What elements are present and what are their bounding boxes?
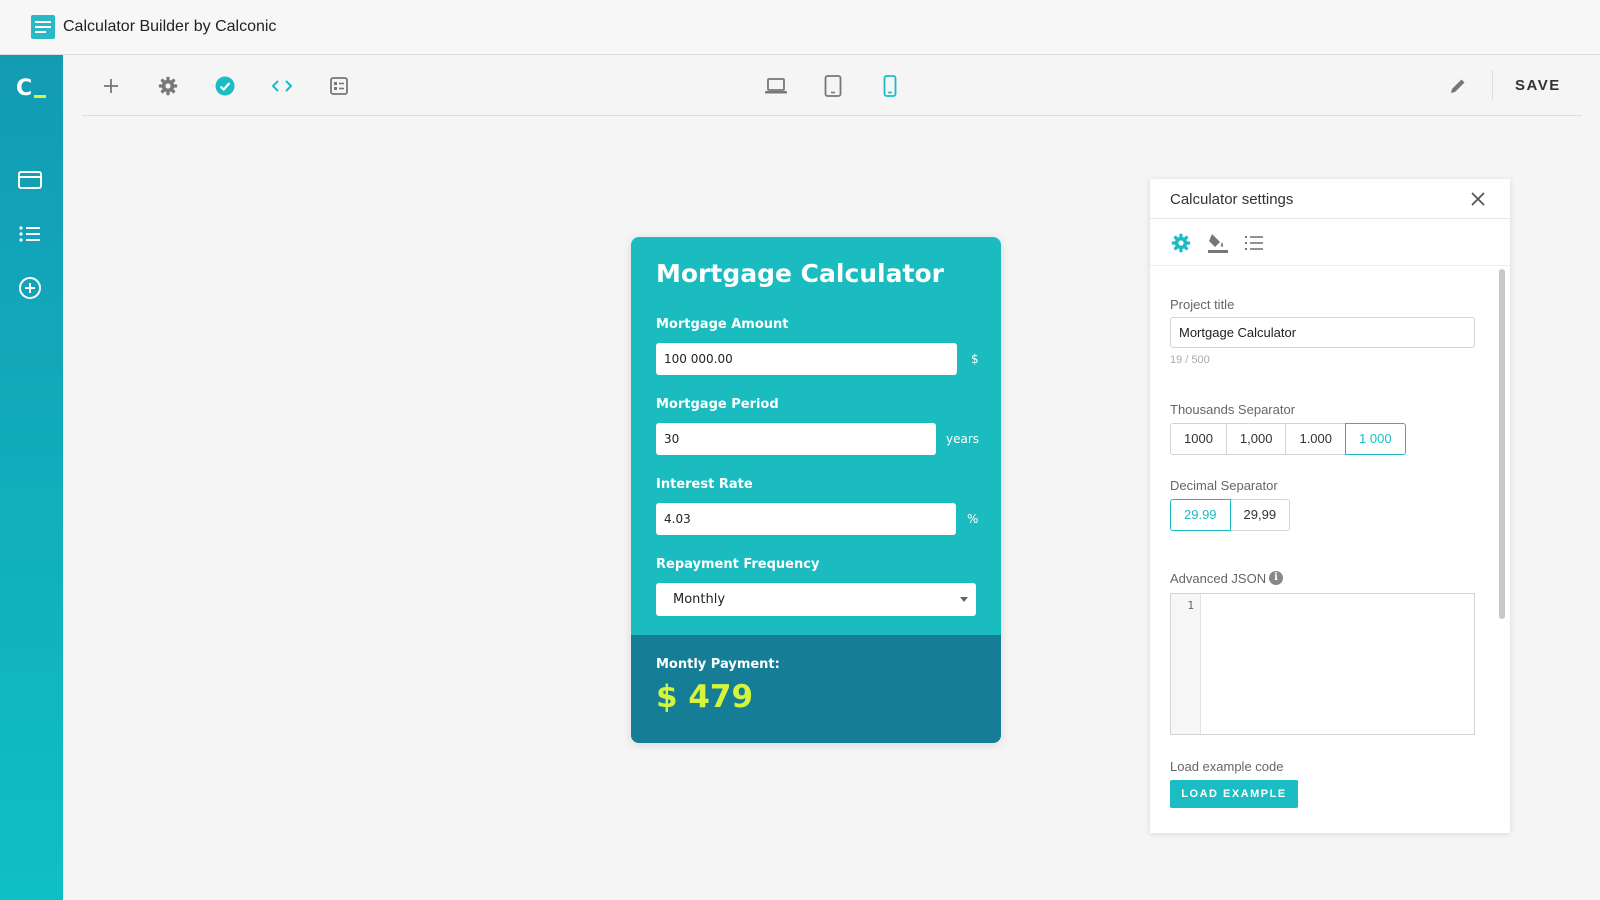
mortgage-amount-unit: $ xyxy=(971,352,979,366)
toolbar: SAVE xyxy=(82,55,1582,116)
save-button[interactable]: SAVE xyxy=(1515,72,1561,100)
laptop-icon[interactable] xyxy=(762,72,790,100)
thousands-separator-group: 1000 1,000 1.000 1 000 xyxy=(1170,423,1406,455)
advanced-json-label: Advanced JSON xyxy=(1170,571,1267,586)
tablet-icon[interactable] xyxy=(819,72,847,100)
result-value: $ 479 xyxy=(656,679,754,715)
project-title-input[interactable] xyxy=(1170,317,1475,348)
toolbar-divider xyxy=(1492,70,1493,100)
code-icon[interactable] xyxy=(268,72,296,100)
app-title: Calculator Builder by Calconic xyxy=(63,18,277,35)
tab-fields-numbered-list-icon[interactable] xyxy=(1242,231,1266,255)
decimal-option-dot[interactable]: 29.99 xyxy=(1170,499,1231,531)
close-icon[interactable] xyxy=(1468,189,1488,209)
thousands-option-space[interactable]: 1 000 xyxy=(1345,423,1406,455)
repayment-frequency-value: Monthly xyxy=(673,592,726,607)
thousands-separator-label: Thousands Separator xyxy=(1170,402,1296,417)
load-example-label: Load example code xyxy=(1170,759,1284,774)
editor-gutter: 1 xyxy=(1171,594,1201,734)
app-logo-icon xyxy=(31,15,55,39)
line-number: 1 xyxy=(1187,599,1194,612)
character-counter: 19 / 500 xyxy=(1170,354,1210,366)
repayment-frequency-label: Repayment Frequency xyxy=(656,557,820,572)
calculator-preview: Mortgage Calculator Mortgage Amount $ Mo… xyxy=(631,237,1001,743)
mortgage-period-label: Mortgage Period xyxy=(656,397,779,412)
list-icon[interactable] xyxy=(17,221,43,247)
mortgage-period-unit: years xyxy=(946,432,980,446)
check-circle-icon[interactable] xyxy=(211,72,239,100)
result-section: Montly Payment: $ 479 xyxy=(631,635,1001,743)
interest-rate-input[interactable] xyxy=(656,503,956,535)
tab-general-gear-icon[interactable] xyxy=(1169,231,1193,255)
calculator-settings-panel: Calculator settings Project title 19 / 5… xyxy=(1150,179,1510,833)
gear-icon[interactable] xyxy=(154,72,182,100)
decimal-option-comma[interactable]: 29,99 xyxy=(1229,499,1291,531)
tab-style-paint-bucket-icon[interactable] xyxy=(1206,231,1230,255)
thousands-option-comma[interactable]: 1,000 xyxy=(1225,423,1287,455)
mortgage-period-input[interactable] xyxy=(656,423,936,455)
decimal-separator-label: Decimal Separator xyxy=(1170,478,1278,493)
thousands-option-none[interactable]: 1000 xyxy=(1170,423,1227,455)
info-icon[interactable]: i xyxy=(1269,571,1283,585)
plus-icon[interactable] xyxy=(97,72,125,100)
title-bar: Calculator Builder by Calconic xyxy=(0,0,1600,55)
brand-logo[interactable]: C xyxy=(16,76,46,101)
pencil-icon[interactable] xyxy=(1444,72,1472,100)
form-icon[interactable] xyxy=(325,72,353,100)
panel-header: Calculator settings xyxy=(1150,179,1510,219)
interest-rate-label: Interest Rate xyxy=(656,477,753,492)
json-editor[interactable]: 1 xyxy=(1170,593,1475,735)
interest-rate-unit: % xyxy=(967,512,979,526)
panel-scrollbar[interactable] xyxy=(1499,269,1505,619)
left-sidebar: C xyxy=(0,55,63,900)
panel-title: Calculator settings xyxy=(1170,191,1294,208)
card-icon[interactable] xyxy=(17,167,43,193)
mortgage-amount-label: Mortgage Amount xyxy=(656,317,789,332)
chevron-down-icon xyxy=(960,597,968,602)
phone-icon[interactable] xyxy=(876,72,904,100)
mortgage-amount-input[interactable] xyxy=(656,343,957,375)
add-circle-icon[interactable] xyxy=(17,275,43,301)
repayment-frequency-select[interactable]: Monthly xyxy=(656,583,976,616)
load-example-button[interactable]: LOAD EXAMPLE xyxy=(1170,780,1298,808)
calculator-title: Mortgage Calculator xyxy=(656,259,944,288)
decimal-separator-group: 29.99 29,99 xyxy=(1170,499,1291,531)
thousands-option-dot[interactable]: 1.000 xyxy=(1285,423,1347,455)
panel-tabs xyxy=(1150,220,1510,266)
result-label: Montly Payment: xyxy=(656,657,780,672)
project-title-label: Project title xyxy=(1170,297,1235,312)
